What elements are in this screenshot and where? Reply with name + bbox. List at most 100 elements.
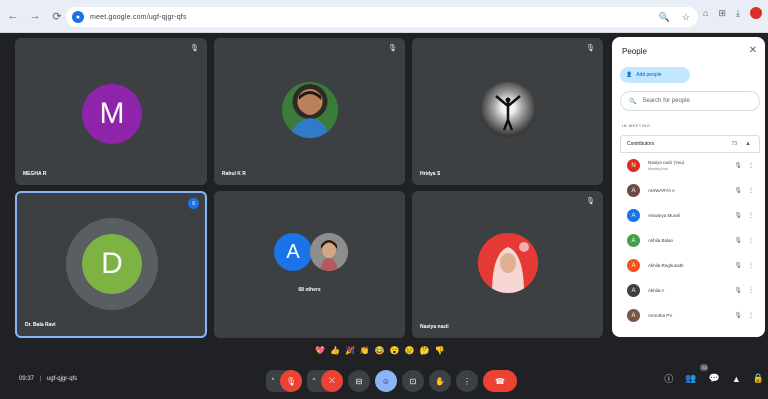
person-name: AISWARYA A (648, 187, 675, 193)
bookmark-star-icon[interactable]: ☆ (682, 12, 690, 23)
mic-off-icon[interactable]: 🎙 (734, 212, 742, 219)
home-icon[interactable]: ⌂ (703, 8, 708, 18)
back-icon[interactable]: ← (4, 7, 22, 25)
meeting-code: ugf-qjgr-qfs (46, 376, 78, 382)
lock-icon[interactable]: 🔒 (753, 373, 764, 384)
avatar: N (627, 159, 640, 172)
mic-off-icon[interactable]: 🎙 (734, 312, 742, 319)
site-info-icon[interactable]: ● (72, 11, 84, 23)
avatar: A (627, 184, 640, 197)
more-options-icon[interactable]: ⋮ (748, 187, 754, 194)
mic-off-icon[interactable]: 🎙 (734, 187, 742, 194)
reaction-thinking-button[interactable]: 🤔 (420, 346, 430, 356)
avatar: A (627, 284, 640, 297)
mic-off-icon[interactable]: 🎙 (734, 162, 742, 169)
call-controls: ^ 🎙 ^ ⛌ ⊟ ☺ ⊡ ✋ ⋮ ☎ (266, 370, 517, 392)
participant-name: Dr. Bala Ravi (25, 322, 56, 328)
more-options-icon[interactable]: ⋮ (748, 312, 754, 319)
participant-tile[interactable]: 🎙 Nasiya nazii (412, 191, 603, 338)
participant-name: 68 others (298, 287, 321, 293)
mic-off-icon[interactable]: 🎙 (734, 237, 742, 244)
list-item[interactable]: N Nasiya nazii (You) Meeting host 🎙 ⋮ (620, 153, 760, 178)
search-icon[interactable]: 🔍 (659, 12, 670, 23)
more-options-icon[interactable]: ⋮ (748, 212, 754, 219)
add-people-button[interactable]: 👤 Add people (620, 67, 690, 83)
extensions-icon[interactable]: ⊞ (718, 8, 726, 19)
panel-title: People (622, 47, 647, 56)
chevron-up-icon[interactable]: ▲ (745, 141, 751, 147)
reaction-laugh-button[interactable]: 😂 (375, 346, 385, 356)
contributors-label: Contributors (627, 141, 655, 147)
people-icon[interactable]: 👥 (685, 373, 696, 384)
add-person-icon: 👤 (626, 72, 633, 78)
forward-icon[interactable]: → (26, 7, 44, 25)
list-item[interactable]: A Amrutha PV 🎙 ⋮ (620, 303, 760, 328)
avatar: D (82, 234, 142, 294)
contributors-header[interactable]: Contributors 73 ▲ (620, 135, 760, 153)
list-item[interactable]: A Aiswarya Murali 🎙 ⋮ (620, 203, 760, 228)
participant-tile[interactable]: A 68 others (214, 191, 405, 338)
microphone-button[interactable]: 🎙 (280, 370, 302, 392)
add-people-label: Add people (636, 72, 662, 78)
reaction-party-button[interactable]: 🎉 (345, 346, 355, 356)
mic-options-icon[interactable]: ^ (266, 370, 280, 392)
participant-name: Nasiya nazii (420, 324, 449, 330)
camera-button[interactable]: ⛌ (321, 370, 343, 392)
search-people-input[interactable]: 🔍 Search for people (620, 91, 760, 111)
activities-icon[interactable]: ▲ (732, 374, 741, 384)
list-item[interactable]: A Akhila A 🎙 ⋮ (620, 278, 760, 303)
present-button[interactable]: ⊡ (402, 370, 424, 392)
mic-off-icon[interactable]: 🎙 (734, 287, 742, 294)
mic-control: ^ 🎙 (266, 370, 302, 392)
list-item[interactable]: A AISWARYA A 🎙 ⋮ (620, 178, 760, 203)
raise-hand-button[interactable]: ✋ (429, 370, 451, 392)
reaction-thumbs-down-button[interactable]: 👎 (435, 346, 445, 356)
people-list: N Nasiya nazii (You) Meeting host 🎙 ⋮ A A… (620, 153, 760, 328)
speaking-indicator-icon: ≡ (188, 198, 199, 209)
mic-off-icon: 🎙 (388, 45, 397, 52)
reaction-thumbs-up-button[interactable]: 👍 (330, 346, 340, 356)
participants-count-badge: 73 (700, 364, 709, 371)
avatar (282, 82, 338, 138)
person-name: Nasiya nazii (You) (648, 159, 685, 165)
reload-icon[interactable]: ⟳ (48, 7, 66, 25)
person-name: Akhila Reghunath (648, 262, 684, 268)
more-options-button[interactable]: ⋮ (456, 370, 478, 392)
more-options-icon[interactable]: ⋮ (748, 162, 754, 169)
address-bar[interactable]: ● meet.google.com/ugf-qjgr-qfs 🔍 ☆ (66, 7, 698, 27)
mic-off-icon[interactable]: 🎙 (734, 262, 742, 269)
list-item[interactable]: A Akhila Reghunath 🎙 ⋮ (620, 253, 760, 278)
captions-button[interactable]: ⊟ (348, 370, 370, 392)
chat-icon[interactable]: 💬 (709, 373, 720, 384)
avatar (478, 233, 538, 293)
search-icon: 🔍 (629, 98, 637, 105)
avatar: A (627, 259, 640, 272)
more-options-icon[interactable]: ⋮ (748, 262, 754, 269)
close-icon[interactable]: ✕ (749, 45, 757, 56)
contributors-count: 73 (731, 141, 737, 147)
participant-tile-active[interactable]: D ≡ Dr. Bala Ravi (15, 191, 207, 338)
meeting-time: 09:37 (19, 376, 35, 382)
reaction-clap-button[interactable]: 👏 (360, 346, 370, 356)
list-item[interactable]: A Akhila Balan 🎙 ⋮ (620, 228, 760, 253)
avatar (480, 82, 536, 138)
emoji-reactions-button[interactable]: ☺ (375, 370, 397, 392)
participant-name: Hridya S (420, 171, 441, 177)
avatar (310, 233, 348, 271)
info-icon[interactable]: ⓘ (664, 372, 673, 385)
mic-off-icon: 🎙 (190, 45, 199, 52)
download-icon[interactable]: ⤓ (736, 8, 740, 19)
camera-options-icon[interactable]: ^ (307, 370, 321, 392)
more-options-icon[interactable]: ⋮ (748, 287, 754, 294)
reaction-surprised-button[interactable]: 😮 (390, 346, 400, 356)
reaction-heart-button[interactable]: 💖 (315, 346, 325, 356)
url-text[interactable]: meet.google.com/ugf-qjgr-qfs (90, 14, 187, 21)
people-panel: People ✕ 👤 Add people 🔍 Search for peopl… (612, 37, 765, 337)
participant-tile[interactable]: M 🎙 MEGHA R (15, 38, 207, 185)
participant-tile[interactable]: 🎙 Rahul K R (214, 38, 405, 185)
reaction-sad-button[interactable]: 😢 (405, 346, 415, 356)
end-call-button[interactable]: ☎ (483, 370, 517, 392)
more-options-icon[interactable]: ⋮ (748, 237, 754, 244)
profile-avatar[interactable] (750, 7, 762, 19)
participant-tile[interactable]: 🎙 Hridya S (412, 38, 603, 185)
